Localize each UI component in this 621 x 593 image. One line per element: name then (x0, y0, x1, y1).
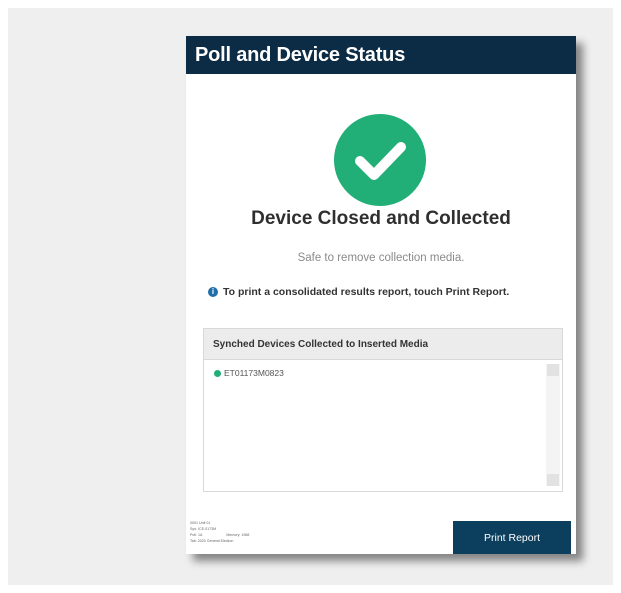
info-icon: i (208, 287, 218, 297)
poll-device-status-window: Poll and Device Status Device Closed and… (186, 36, 576, 554)
device-list: ET01173M0823 (204, 360, 562, 491)
device-id: ET01173M0823 (224, 368, 284, 378)
scroll-up-icon[interactable] (547, 364, 559, 376)
title-bar: Poll and Device Status (186, 36, 576, 74)
print-notice: i To print a consolidated results report… (208, 286, 568, 298)
panel-header: Synched Devices Collected to Inserted Me… (204, 329, 562, 360)
window-title: Poll and Device Status (195, 43, 406, 66)
synched-devices-panel: Synched Devices Collected to Inserted Me… (203, 328, 563, 492)
machine-info: 0001 Unit 01 Sys: ICE-0173M Poll: 1A Memo… (190, 520, 390, 544)
status-dot-icon (214, 369, 221, 377)
status-subtext: Safe to remove collection media. (297, 252, 465, 264)
scroll-down-icon[interactable] (547, 474, 559, 486)
print-report-button[interactable]: Print Report (453, 521, 571, 554)
print-notice-text: To print a consolidated results report, … (223, 286, 510, 298)
info-line: Tab: 2020 General Election (190, 539, 234, 543)
list-item: ET01173M0823 (214, 368, 284, 378)
scrollbar[interactable] (546, 364, 560, 486)
status-heading: Device Closed and Collected (251, 208, 511, 229)
checkmark-circle-icon (334, 114, 426, 206)
